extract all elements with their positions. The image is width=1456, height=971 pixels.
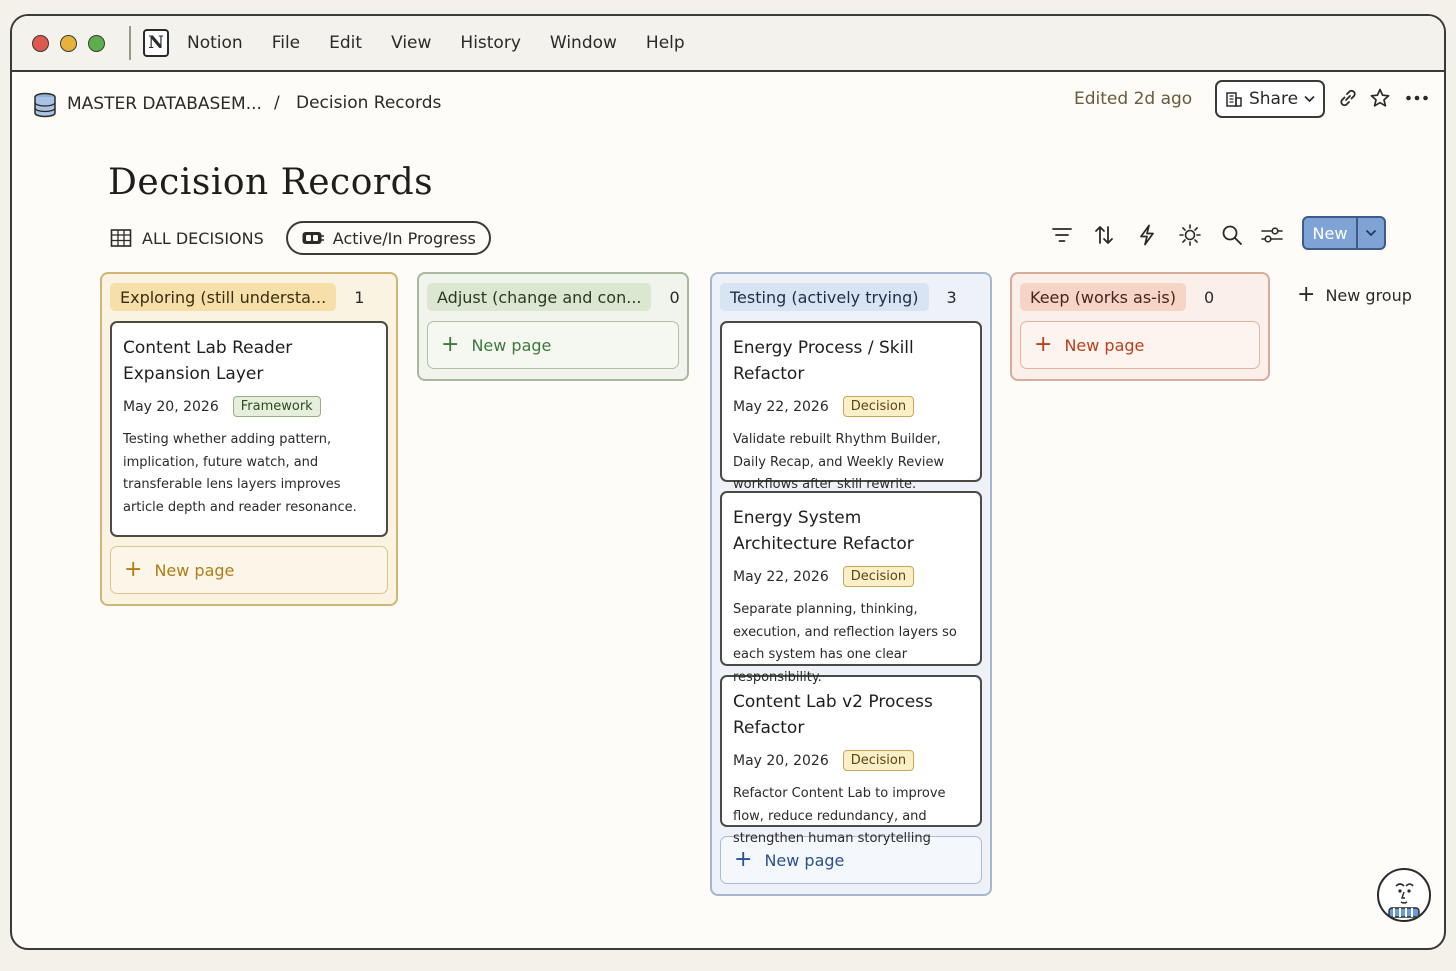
column-count: 3 — [946, 287, 957, 307]
new-group-label: New group — [1325, 285, 1412, 305]
record-card[interactable]: Energy Process / Skill Refactor May 22, … — [720, 321, 982, 492]
tab-active-label: Active/In Progress — [332, 228, 476, 248]
column-label: Testing (actively trying) — [720, 283, 929, 311]
sparkle-ai-icon[interactable] — [1177, 222, 1203, 248]
share-label: Share — [1248, 89, 1299, 109]
filter-icon[interactable] — [1049, 222, 1075, 248]
chevron-down-icon — [1304, 95, 1315, 103]
plus-icon: + — [441, 332, 460, 357]
column-header[interactable]: Testing (actively trying) 3 — [720, 282, 982, 312]
record-card[interactable]: Content Lab Reader Expansion Layer May 2… — [110, 321, 388, 537]
menu-help[interactable]: Help — [646, 33, 685, 53]
menu-app-name[interactable]: Notion — [187, 33, 243, 53]
window-controls — [32, 34, 105, 52]
plus-icon: + — [1297, 282, 1316, 307]
notion-ai-avatar[interactable] — [1377, 868, 1431, 922]
column-header[interactable]: Adjust (change and con... 0 — [427, 282, 680, 312]
copy-link-icon[interactable] — [1334, 84, 1362, 112]
favorite-star-icon[interactable] — [1366, 84, 1394, 112]
breadcrumb-page[interactable]: Decision Records — [296, 93, 441, 113]
card-title: Content Lab Reader Expansion Layer — [123, 338, 293, 384]
card-type-tag: Decision — [842, 396, 915, 417]
card-description: Validate rebuilt Rhythm Builder, Daily R… — [733, 432, 945, 492]
menu-file[interactable]: File — [272, 33, 300, 53]
column-label: Exploring (still understa... — [110, 283, 337, 311]
new-page-label: New page — [764, 850, 845, 870]
menu-history[interactable]: History — [460, 33, 520, 53]
tab-all-decisions[interactable]: ALL DECISIONS — [110, 228, 264, 248]
menu-view[interactable]: View — [391, 33, 431, 53]
page-topbar: MASTER DATABASEM... / Decision Records E… — [12, 80, 1444, 132]
sort-icon[interactable] — [1091, 222, 1117, 248]
board-column-testing: Testing (actively trying) 3 Energy Proce… — [710, 272, 992, 896]
card-date: May 22, 2026 — [733, 398, 829, 415]
card-date: May 20, 2026 — [733, 752, 829, 769]
menubar-divider — [129, 26, 131, 60]
breadcrumb-database[interactable]: MASTER DATABASEM... — [67, 94, 262, 114]
column-label: Keep (works as-is) — [1020, 283, 1186, 311]
card-description: Testing whether adding pattern, implicat… — [123, 432, 357, 515]
new-page-button[interactable]: + New page — [427, 321, 679, 369]
search-icon[interactable] — [1219, 222, 1245, 248]
column-count: 1 — [354, 287, 365, 307]
share-button[interactable]: Share — [1215, 80, 1325, 118]
board-column-keep: Keep (works as-is) 0 + New page — [1010, 272, 1270, 381]
notion-logo-icon: N — [143, 29, 169, 57]
card-title: Energy Process / Skill Refactor — [733, 338, 914, 384]
card-type-tag: Decision — [842, 750, 915, 771]
table-icon — [110, 229, 132, 247]
breadcrumb-separator: / — [274, 93, 280, 113]
new-group-button[interactable]: + New group — [1297, 284, 1412, 306]
close-window-button[interactable] — [32, 34, 49, 52]
card-title: Content Lab v2 Process Refactor — [733, 692, 933, 738]
new-page-button[interactable]: + New page — [1020, 321, 1260, 369]
new-dropdown-chevron-icon[interactable] — [1358, 218, 1384, 248]
menu-edit[interactable]: Edit — [329, 33, 362, 53]
new-record-button[interactable]: New — [1302, 216, 1386, 250]
minimize-window-button[interactable] — [60, 34, 77, 52]
record-card[interactable]: Content Lab v2 Process Refactor May 20, … — [720, 675, 982, 846]
notion-ai-face-icon — [1388, 883, 1420, 918]
new-page-label: New page — [154, 560, 235, 580]
view-tabs: ALL DECISIONS Active/In Progress — [110, 220, 491, 256]
card-date: May 20, 2026 — [123, 398, 219, 415]
plus-icon: + — [1034, 332, 1053, 357]
share-building-icon — [1226, 92, 1242, 107]
menu-window[interactable]: Window — [550, 33, 617, 53]
new-button-label[interactable]: New — [1304, 218, 1358, 248]
plus-icon: + — [734, 847, 753, 872]
column-label: Adjust (change and con... — [427, 283, 652, 311]
plus-icon: + — [124, 557, 143, 582]
board-view-icon — [302, 232, 324, 244]
column-header[interactable]: Keep (works as-is) 0 — [1020, 282, 1260, 312]
view-settings-icon[interactable] — [1259, 222, 1285, 248]
edited-timestamp: Edited 2d ago — [1074, 89, 1193, 109]
record-card[interactable]: Energy System Architecture Refactor May … — [720, 491, 982, 685]
tab-all-decisions-label: ALL DECISIONS — [142, 228, 264, 248]
card-date: May 22, 2026 — [733, 568, 829, 585]
menu-bar: N Notion File Edit View History Window H… — [12, 16, 1444, 72]
tab-active-in-progress[interactable]: Active/In Progress — [285, 221, 491, 255]
new-page-button[interactable]: + New page — [110, 546, 388, 594]
column-count: 0 — [669, 287, 680, 307]
zoom-window-button[interactable] — [88, 34, 105, 52]
column-header[interactable]: Exploring (still understa... 1 — [110, 282, 388, 312]
app-window: N Notion File Edit View History Window H… — [10, 14, 1446, 950]
new-page-label: New page — [1064, 335, 1145, 355]
card-title: Energy System Architecture Refactor — [733, 508, 914, 554]
card-type-tag: Framework — [232, 396, 321, 417]
more-options-icon[interactable] — [1403, 84, 1431, 112]
board-column-exploring: Exploring (still understa... 1 Content L… — [100, 272, 398, 606]
column-count: 0 — [1203, 287, 1215, 307]
new-page-label: New page — [471, 335, 552, 355]
board-column-adjust: Adjust (change and con... 0 + New page — [417, 272, 689, 381]
database-icon — [34, 92, 56, 118]
card-type-tag: Decision — [842, 566, 915, 587]
automation-lightning-icon[interactable] — [1134, 222, 1160, 248]
page-title: Decision Records — [108, 162, 434, 203]
